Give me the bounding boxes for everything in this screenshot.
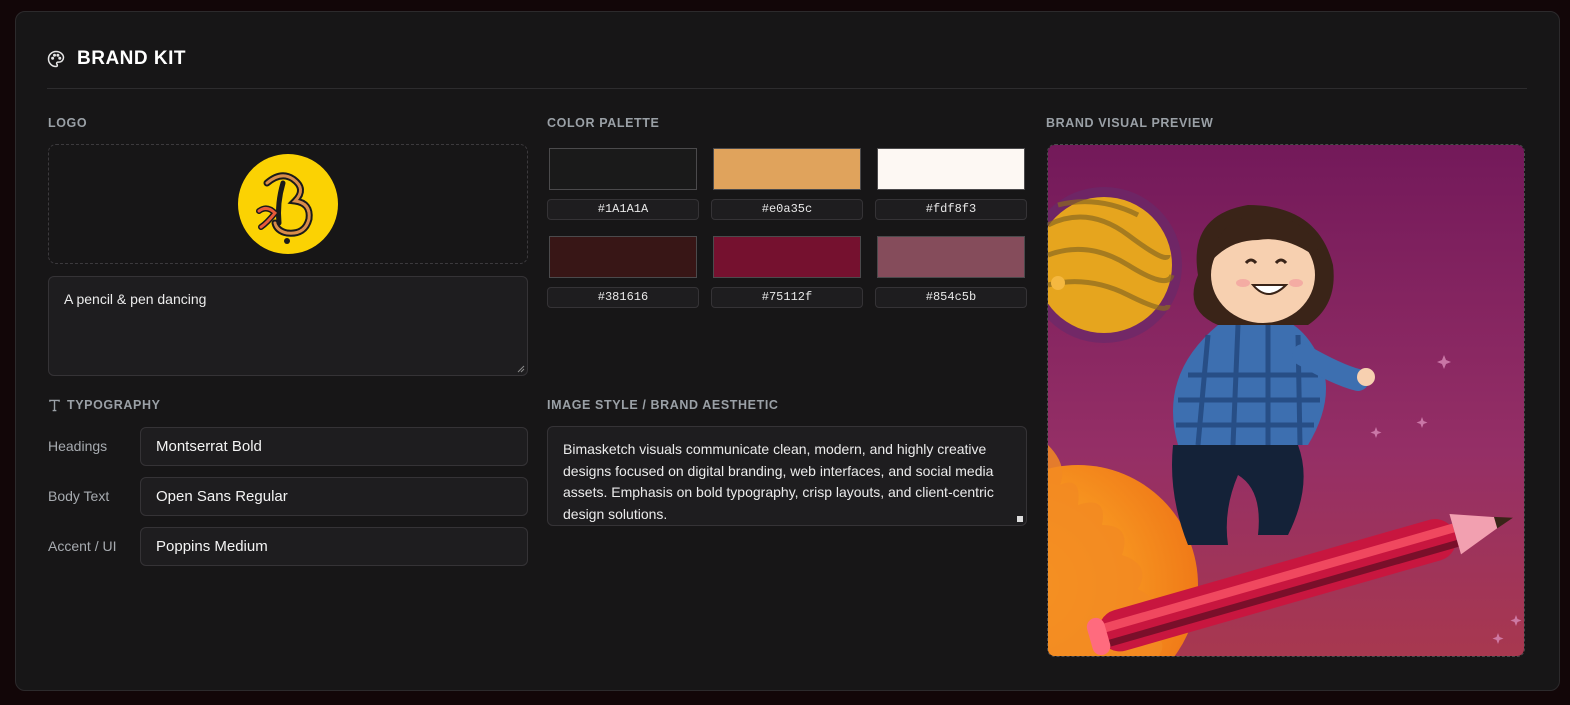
body-font-input[interactable]: Open Sans Regular — [140, 476, 528, 516]
image-style-textarea[interactable]: Bimasketch visuals communicate clean, mo… — [547, 426, 1027, 526]
page-title: BRAND KIT — [77, 48, 186, 69]
resize-handle-icon[interactable] — [1016, 515, 1024, 523]
image-style-text: Bimasketch visuals communicate clean, mo… — [563, 441, 994, 522]
color-hex-input[interactable]: #1A1A1A — [547, 199, 699, 220]
color-hex-input[interactable]: #854c5b — [875, 287, 1027, 308]
color-swatch[interactable] — [713, 148, 861, 190]
logo-description-textarea[interactable]: A pencil & pen dancing — [48, 276, 528, 376]
color-swatch[interactable] — [877, 236, 1025, 278]
preview-illustration — [1048, 145, 1524, 656]
typography-section: TYPOGRAPHY — [48, 398, 161, 412]
accent-font-input[interactable]: Poppins Medium — [140, 526, 528, 566]
brand-visual-preview[interactable] — [1047, 144, 1525, 657]
typography-label: Body Text — [48, 488, 110, 504]
typography-row-body: Body Text Open Sans Regular — [48, 476, 528, 516]
logo-dropzone[interactable] — [48, 144, 528, 264]
typography-row-accent: Accent / UI Poppins Medium — [48, 526, 528, 566]
typography-label: Accent / UI — [48, 538, 117, 554]
color-hex-input[interactable]: #381616 — [547, 287, 699, 308]
resize-handle-icon[interactable] — [517, 365, 525, 373]
typography-row-headings: Headings Montserrat Bold — [48, 426, 528, 466]
palette-icon — [47, 50, 65, 68]
headings-font-input[interactable]: Montserrat Bold — [140, 426, 528, 466]
color-palette-section-label: COLOR PALETTE — [547, 116, 660, 130]
color-swatch[interactable] — [549, 148, 697, 190]
typography-section-label: TYPOGRAPHY — [67, 398, 161, 412]
logo-description-text: A pencil & pen dancing — [64, 291, 207, 307]
type-icon — [49, 399, 60, 411]
brand-kit-header: BRAND KIT — [47, 47, 1527, 89]
brand-logo — [238, 154, 338, 254]
image-style-section-label: IMAGE STYLE / BRAND AESTHETIC — [547, 398, 779, 412]
logo-section-label: LOGO — [48, 116, 88, 130]
color-hex-input[interactable]: #e0a35c — [711, 199, 863, 220]
color-swatch[interactable] — [713, 236, 861, 278]
color-hex-input[interactable]: #fdf8f3 — [875, 199, 1027, 220]
color-hex-input[interactable]: #75112f — [711, 287, 863, 308]
preview-section-label: BRAND VISUAL PREVIEW — [1046, 116, 1214, 130]
color-swatch[interactable] — [549, 236, 697, 278]
color-swatch[interactable] — [877, 148, 1025, 190]
typography-label: Headings — [48, 438, 108, 454]
